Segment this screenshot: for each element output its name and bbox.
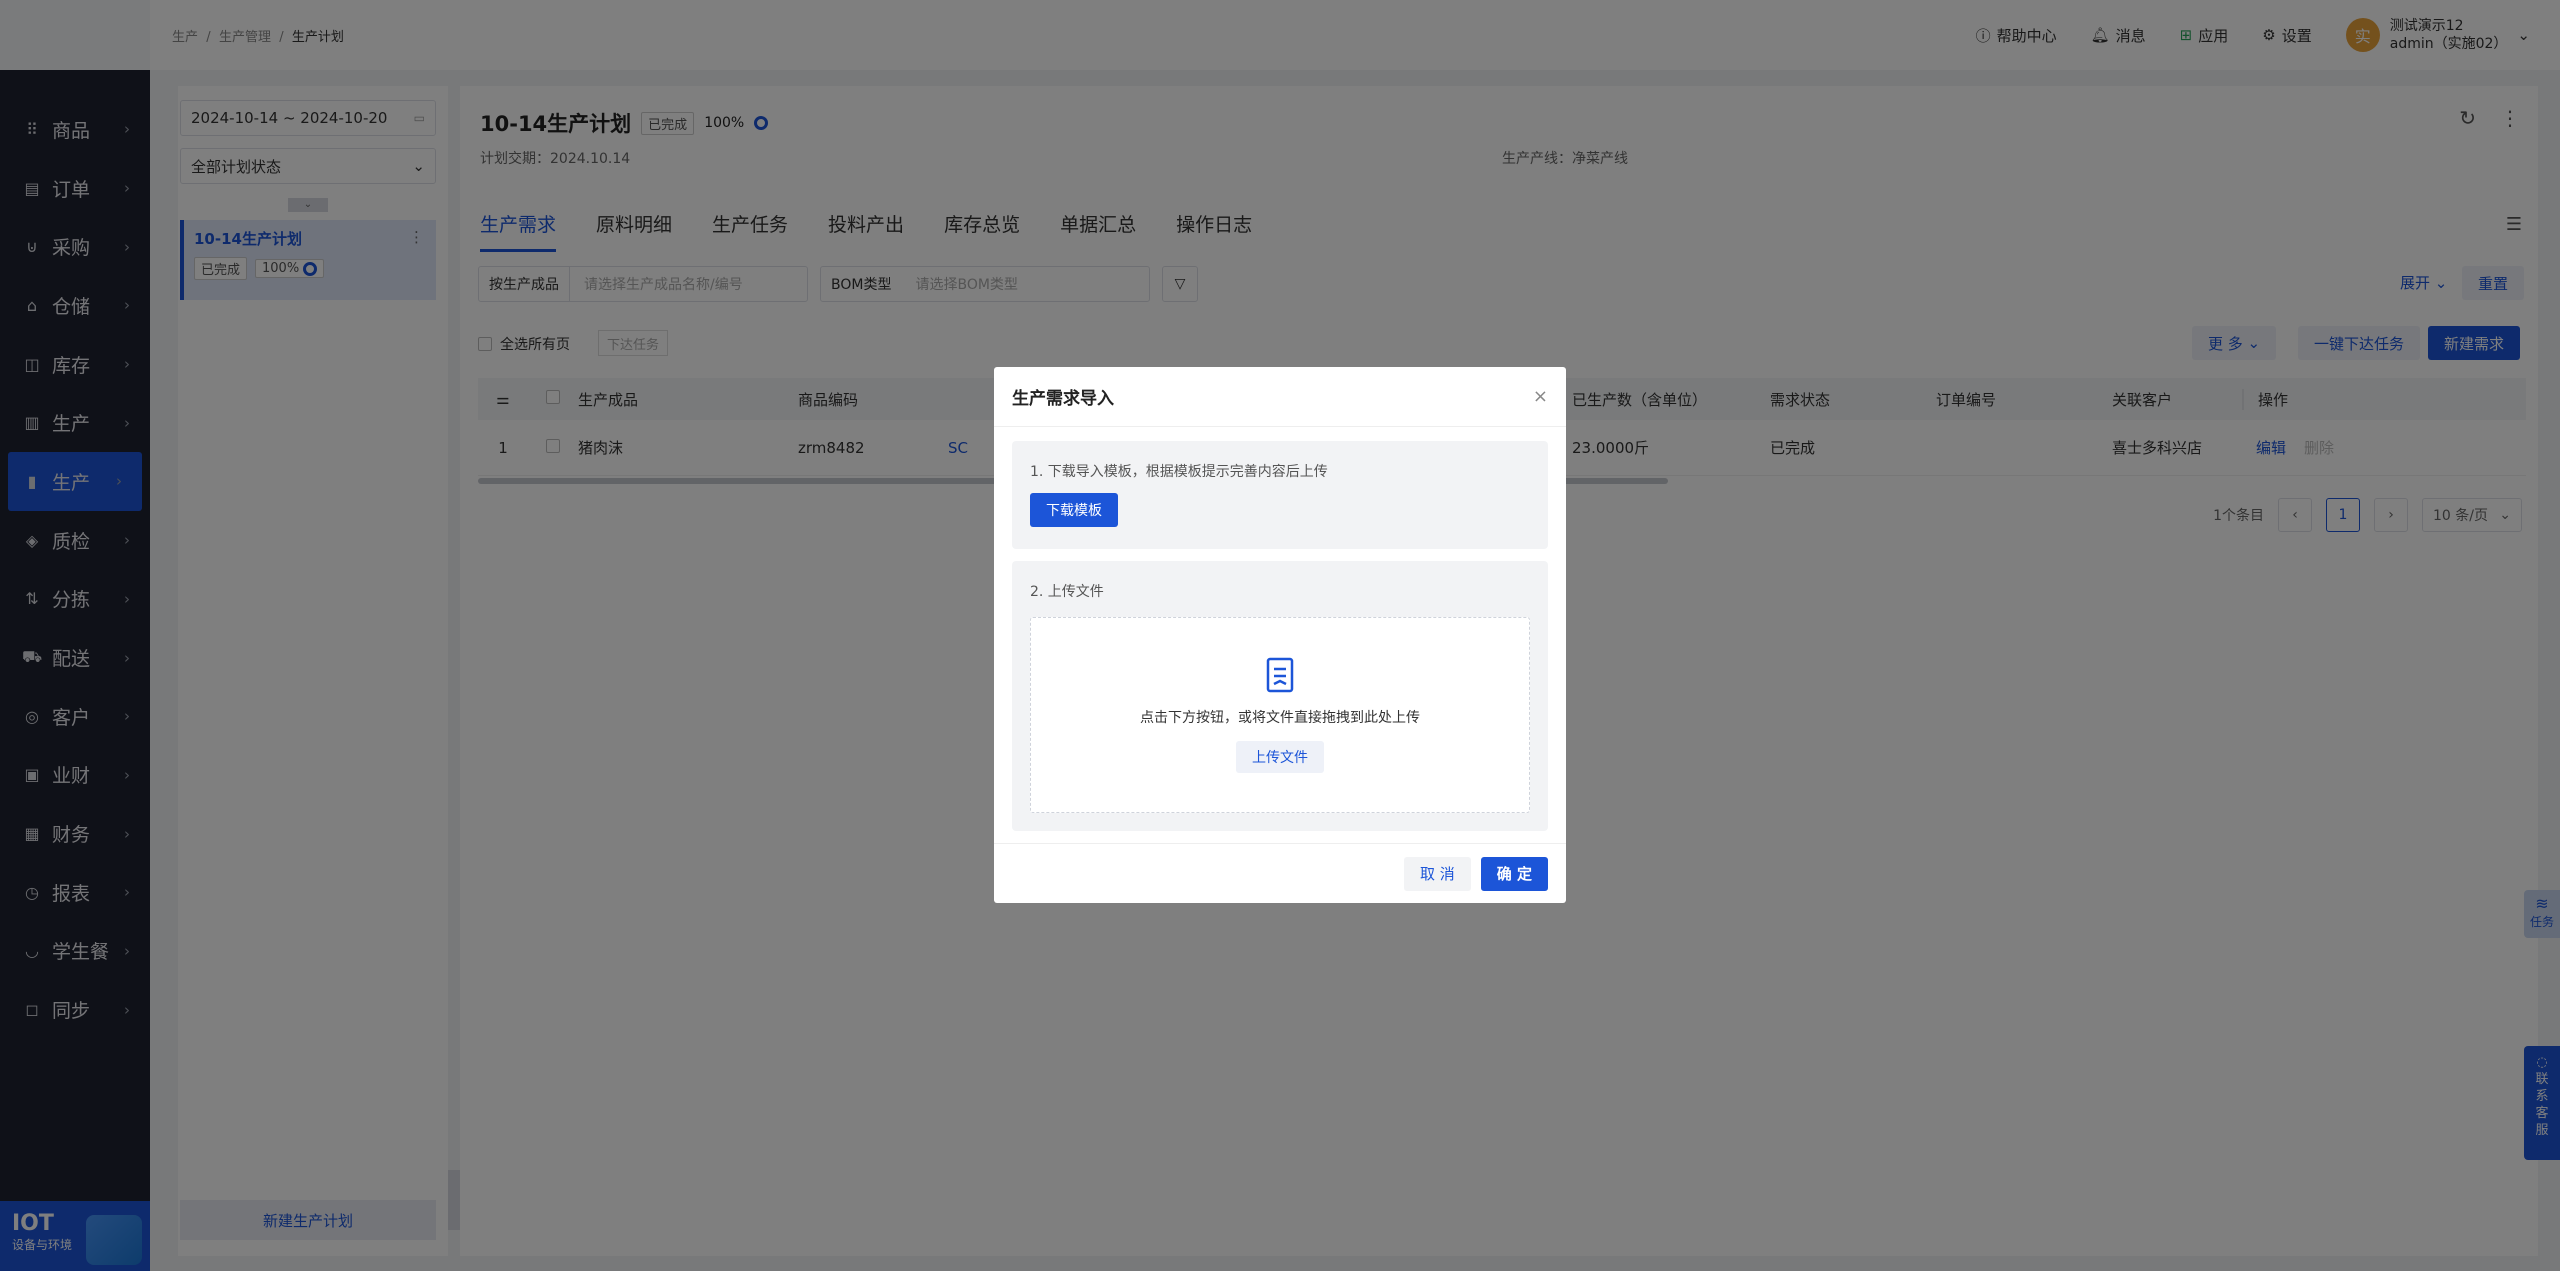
upload-file-button[interactable]: 上传文件 (1236, 741, 1324, 773)
confirm-button[interactable]: 确 定 (1480, 856, 1548, 891)
document-icon (1266, 657, 1294, 693)
step-upload-label: 2. 上传文件 (1030, 584, 1104, 600)
step-download: 1. 下载导入模板，根据模板提示完善内容后上传 下载模板 (1012, 441, 1548, 549)
upload-dropzone[interactable]: 点击下方按钮，或将文件直接拖拽到此处上传 上传文件 (1030, 617, 1530, 813)
dialog-title: 生产需求导入 (1012, 389, 1114, 409)
step-upload: 2. 上传文件 点击下方按钮，或将文件直接拖拽到此处上传 上传文件 (1012, 561, 1548, 831)
close-icon[interactable]: × (1533, 386, 1548, 407)
dialog-header: 生产需求导入 × (994, 367, 1566, 427)
step-download-label: 1. 下载导入模板，根据模板提示完善内容后上传 (1030, 464, 1328, 480)
dialog-footer: 取 消 确 定 (994, 843, 1566, 903)
upload-hint: 点击下方按钮，或将文件直接拖拽到此处上传 (1140, 710, 1420, 726)
import-dialog: 生产需求导入 × 1. 下载导入模板，根据模板提示完善内容后上传 下载模板 2.… (994, 367, 1566, 903)
download-template-button[interactable]: 下载模板 (1030, 493, 1118, 527)
cancel-button[interactable]: 取 消 (1403, 856, 1471, 891)
